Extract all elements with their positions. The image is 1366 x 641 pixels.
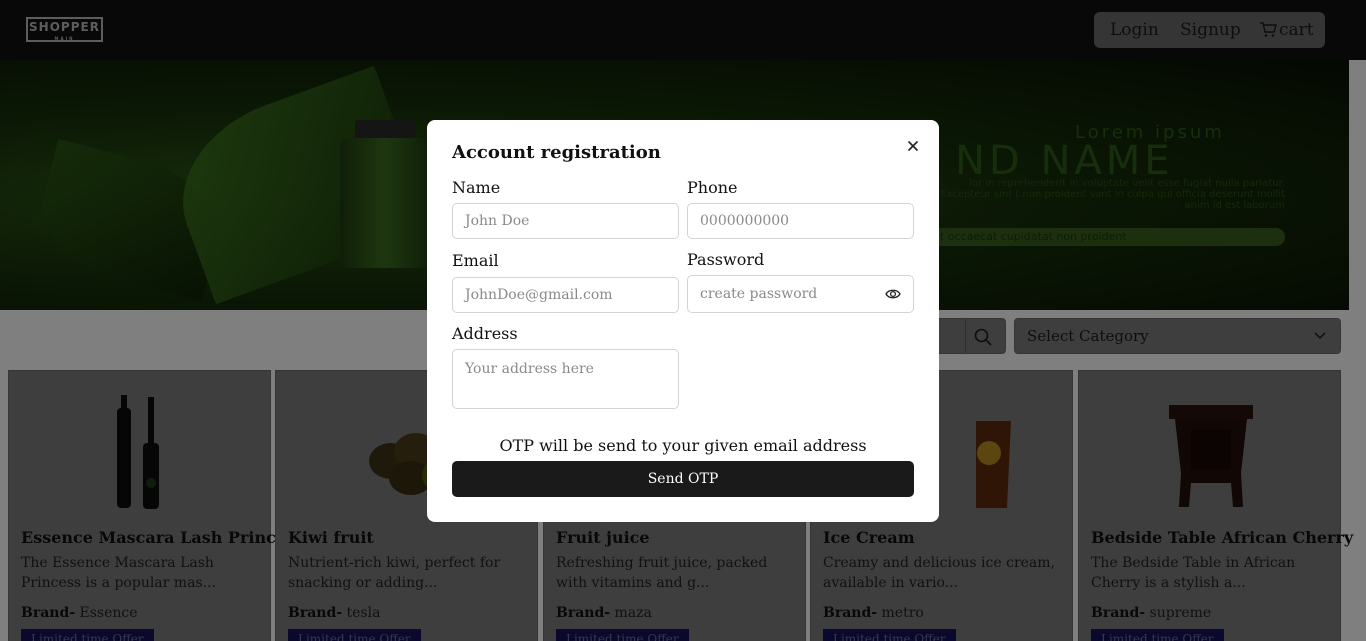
- email-label: Email: [452, 251, 499, 270]
- address-label: Address: [452, 324, 518, 343]
- send-otp-button[interactable]: Send OTP: [452, 461, 914, 497]
- eye-icon[interactable]: [885, 287, 901, 301]
- otp-note: OTP will be send to your given email add…: [499, 436, 867, 455]
- modal-title: Account registration: [452, 142, 661, 163]
- phone-field[interactable]: 0000000000: [687, 203, 914, 239]
- password-label: Password: [687, 250, 765, 269]
- registration-modal: Account registration Name John Doe Phone…: [427, 120, 939, 522]
- password-field[interactable]: create password: [687, 275, 914, 313]
- address-field[interactable]: Your address here: [452, 349, 679, 409]
- phone-label: Phone: [687, 178, 738, 197]
- email-field[interactable]: JohnDoe@gmail.com: [452, 277, 679, 313]
- name-label: Name: [452, 178, 501, 197]
- name-field[interactable]: John Doe: [452, 203, 679, 239]
- close-icon[interactable]: [905, 138, 921, 154]
